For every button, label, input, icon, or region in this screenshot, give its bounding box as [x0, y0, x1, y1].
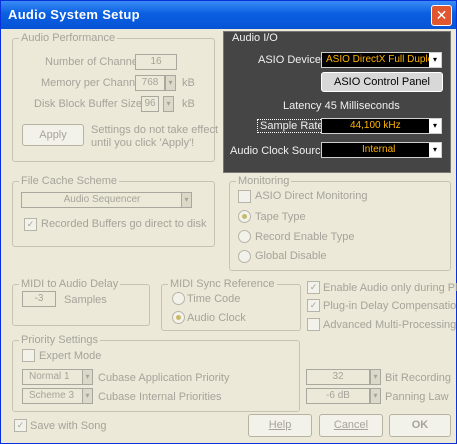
file-cache-label: File Cache Scheme: [19, 175, 119, 187]
audio-io-label: Audio I/O: [232, 32, 278, 44]
enable-audio-play-label: Enable Audio only during Play: [323, 282, 457, 294]
clock-source-label: Audio Clock Source: [230, 145, 327, 157]
expert-mode-label: Expert Mode: [39, 350, 102, 362]
app-priority-label: Cubase Application Priority: [98, 372, 230, 384]
asio-device-label: ASIO Device: [258, 54, 321, 66]
asio-direct-checkbox[interactable]: [238, 190, 251, 203]
clock-source-value: Internal: [362, 144, 396, 155]
panning-law-select[interactable]: -6 dB: [306, 388, 370, 404]
sample-rate-value: 44,100 kHz: [350, 120, 401, 131]
tape-type-label: Tape Type: [255, 211, 306, 223]
close-icon[interactable]: ✕: [431, 5, 452, 26]
asio-device-value: ASIO DirectX Full Duplex: [326, 54, 439, 65]
dropdown-arrow-icon[interactable]: ▾: [82, 388, 93, 404]
latency-text: Latency 45 Milliseconds: [283, 100, 400, 112]
dropdown-arrow-icon[interactable]: ▾: [370, 369, 381, 385]
audio-clock-label: Audio Clock: [187, 312, 246, 324]
recorded-buffers-label: Recorded Buffers go direct to disk: [41, 218, 207, 230]
panning-law-label: Panning Law: [385, 391, 449, 403]
internal-priorities-label: Cubase Internal Priorities: [98, 391, 222, 403]
apply-note-line2: until you click 'Apply'!: [91, 137, 195, 149]
audio-performance-label: Audio Performance: [19, 32, 118, 44]
multi-processing-label: Advanced Multi-Processing: [323, 319, 457, 331]
channels-label: Number of Channels: [45, 56, 146, 68]
help-button[interactable]: Help: [248, 414, 312, 437]
dropdown-arrow-icon[interactable]: ▾: [181, 192, 192, 208]
midi-delay-field[interactable]: -3: [22, 291, 56, 307]
global-disable-radio[interactable]: [238, 250, 251, 263]
sample-rate-select[interactable]: 44,100 kHz ▾: [321, 118, 442, 134]
apply-note-line1: Settings do not take effect: [91, 124, 218, 136]
global-disable-label: Global Disable: [255, 250, 327, 262]
dropdown-arrow-icon[interactable]: ▾: [429, 119, 441, 133]
buffer-field[interactable]: 96: [141, 96, 159, 112]
file-cache-select[interactable]: Audio Sequencer: [21, 192, 183, 208]
title-bar[interactable]: Audio System Setup ✕: [1, 1, 456, 29]
bit-recording-select[interactable]: 32: [306, 369, 370, 385]
internal-priorities-select[interactable]: Scheme 3: [22, 388, 84, 404]
app-priority-select[interactable]: Normal 1: [22, 369, 84, 385]
save-with-song-label: Save with Song: [30, 420, 107, 432]
cancel-button[interactable]: Cancel: [319, 414, 383, 437]
time-code-radio[interactable]: [172, 292, 185, 305]
file-cache-group: File Cache Scheme: [12, 175, 215, 247]
midi-audio-delay-label: MIDI to Audio Delay: [19, 278, 121, 290]
time-code-label: Time Code: [187, 293, 241, 305]
midi-delay-unit: Samples: [64, 294, 107, 306]
clock-source-select[interactable]: Internal ▾: [321, 142, 442, 158]
dropdown-arrow-icon[interactable]: ▾: [429, 53, 441, 67]
memory-label: Memory per Channel: [41, 77, 144, 89]
audio-io-group: Audio I/O ASIO Device ASIO DirectX Full …: [223, 31, 451, 173]
dropdown-arrow-icon[interactable]: ▾: [82, 369, 93, 385]
monitoring-label: Monitoring: [236, 175, 292, 187]
dropdown-arrow-icon[interactable]: ▾: [429, 143, 441, 157]
buffer-unit: kB: [182, 98, 195, 110]
save-with-song-checkbox[interactable]: ✓: [14, 419, 27, 432]
audio-system-setup-window: Audio System Setup ✕ Audio Performance N…: [0, 0, 457, 444]
plugin-delay-label: Plug-in Delay Compensation: [323, 300, 457, 312]
audio-clock-radio[interactable]: [172, 311, 185, 324]
sample-rate-label: Sample Rate: [257, 119, 327, 133]
ok-button[interactable]: OK: [389, 414, 451, 437]
memory-spin-icon[interactable]: ▾: [165, 75, 176, 91]
record-enable-radio[interactable]: [238, 230, 251, 243]
plugin-delay-checkbox[interactable]: ✓: [307, 299, 320, 312]
buffer-spin-icon[interactable]: ▾: [163, 96, 174, 112]
priority-settings-label: Priority Settings: [19, 334, 101, 346]
memory-field[interactable]: 768: [135, 75, 165, 91]
apply-button[interactable]: Apply: [22, 124, 84, 146]
enable-audio-play-checkbox[interactable]: ✓: [307, 281, 320, 294]
dropdown-arrow-icon[interactable]: ▾: [370, 388, 381, 404]
buffer-label: Disk Block Buffer Size: [34, 98, 143, 110]
channels-field[interactable]: 16: [135, 54, 177, 70]
midi-sync-label: MIDI Sync Reference: [168, 278, 277, 290]
record-enable-label: Record Enable Type: [255, 231, 355, 243]
memory-unit: kB: [182, 77, 195, 89]
multi-processing-checkbox[interactable]: [307, 318, 320, 331]
asio-control-panel-button[interactable]: ASIO Control Panel: [321, 72, 443, 92]
bit-recording-label: Bit Recording: [385, 372, 452, 384]
recorded-buffers-checkbox[interactable]: ✓: [24, 218, 37, 231]
window-title: Audio System Setup: [8, 7, 140, 22]
asio-direct-label: ASIO Direct Monitoring: [255, 190, 368, 202]
expert-mode-checkbox[interactable]: [22, 349, 35, 362]
asio-device-select[interactable]: ASIO DirectX Full Duplex ▾: [321, 52, 442, 68]
tape-type-radio[interactable]: [238, 210, 251, 223]
